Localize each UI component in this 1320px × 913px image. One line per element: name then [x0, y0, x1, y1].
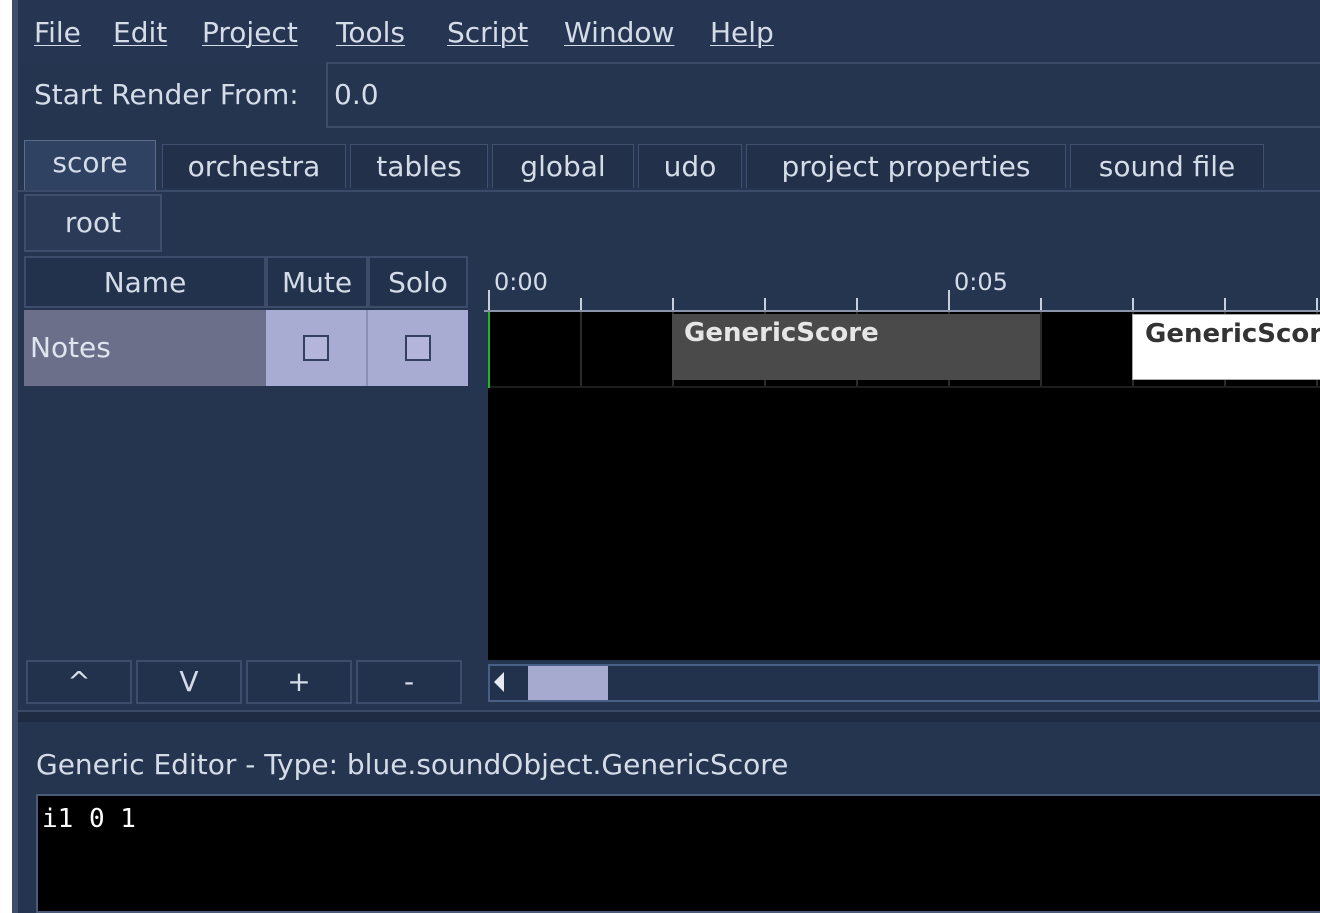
ruler-label-five: 0:05	[954, 268, 1008, 296]
table-row[interactable]: Notes	[24, 310, 468, 386]
column-header-name[interactable]: Name	[24, 256, 266, 308]
tab-sound-file[interactable]: sound file	[1070, 144, 1264, 188]
editor-content[interactable]: i1 0 1	[42, 804, 136, 834]
menu-project[interactable]: Project	[202, 16, 298, 49]
ruler-tick	[1224, 298, 1226, 310]
score-text-editor[interactable]: i1 0 1	[36, 794, 1320, 913]
ruler-tick	[672, 298, 674, 310]
split-pane-divider[interactable]	[18, 710, 1320, 722]
render-start-value[interactable]: 0.0	[334, 78, 379, 111]
grid-line	[1040, 312, 1042, 386]
render-start-field[interactable]: 0.0	[326, 62, 1320, 128]
main-tabs: score orchestra tables global udo projec…	[18, 140, 1320, 192]
menu-tools[interactable]: Tools	[336, 16, 405, 49]
ruler-tick	[856, 298, 858, 310]
scroll-left-arrow-icon[interactable]	[494, 672, 504, 692]
move-track-up-button[interactable]: ^	[26, 660, 132, 704]
window-border	[12, 0, 18, 913]
menu-edit[interactable]: Edit	[113, 16, 167, 49]
mute-cell	[266, 310, 368, 386]
solo-cell	[368, 310, 468, 386]
playhead	[488, 312, 490, 388]
tab-divider	[18, 190, 1320, 192]
tab-tables[interactable]: tables	[350, 144, 488, 188]
track-table: Name Mute Solo Notes	[24, 256, 472, 706]
menu-file[interactable]: File	[34, 16, 81, 49]
grid-line	[580, 312, 582, 386]
column-header-mute[interactable]: Mute	[266, 256, 368, 308]
column-header-solo[interactable]: Solo	[368, 256, 468, 308]
sound-object-selected[interactable]: GenericScore	[1132, 314, 1320, 380]
render-start-label: Start Render From:	[34, 78, 299, 111]
move-track-down-button[interactable]: V	[136, 660, 242, 704]
sound-object[interactable]: GenericScore	[672, 314, 1040, 380]
ruler-tick	[1040, 298, 1042, 310]
ruler-tick	[948, 290, 950, 310]
tab-score[interactable]: score	[24, 140, 156, 192]
track-separator	[488, 386, 1320, 388]
ruler-tick	[1316, 298, 1318, 310]
tab-project-properties[interactable]: project properties	[746, 144, 1066, 188]
root-breadcrumb-button[interactable]: root	[24, 194, 162, 252]
track-buttons: ^ V + -	[26, 660, 466, 706]
tab-global[interactable]: global	[492, 144, 634, 188]
tab-orchestra[interactable]: orchestra	[162, 144, 346, 188]
score-timeline: 0:00 0:05 GenericScore GenericScore	[484, 256, 1320, 706]
ruler-tick	[1132, 298, 1134, 310]
time-ruler[interactable]: 0:00 0:05	[484, 256, 1320, 312]
score-track-area[interactable]: GenericScore GenericScore	[488, 312, 1320, 660]
add-track-button[interactable]: +	[246, 660, 352, 704]
track-name[interactable]: Notes	[24, 310, 266, 386]
ruler-tick	[764, 298, 766, 310]
ruler-label-start: 0:00	[494, 268, 548, 296]
remove-track-button[interactable]: -	[356, 660, 462, 704]
timeline-horizontal-scrollbar[interactable]	[488, 664, 1320, 702]
mute-checkbox[interactable]	[303, 335, 329, 361]
menu-help[interactable]: Help	[710, 16, 774, 49]
menu-window[interactable]: Window	[564, 16, 674, 49]
menu-bar: File Edit Project Tools Script Window He…	[18, 0, 1320, 64]
solo-checkbox[interactable]	[405, 335, 431, 361]
ruler-tick	[580, 298, 582, 310]
editor-title: Generic Editor - Type: blue.soundObject.…	[36, 748, 789, 781]
tab-udo[interactable]: udo	[638, 144, 742, 188]
menu-script[interactable]: Script	[447, 16, 528, 49]
scroll-thumb[interactable]	[528, 666, 608, 700]
ruler-tick	[488, 290, 490, 310]
